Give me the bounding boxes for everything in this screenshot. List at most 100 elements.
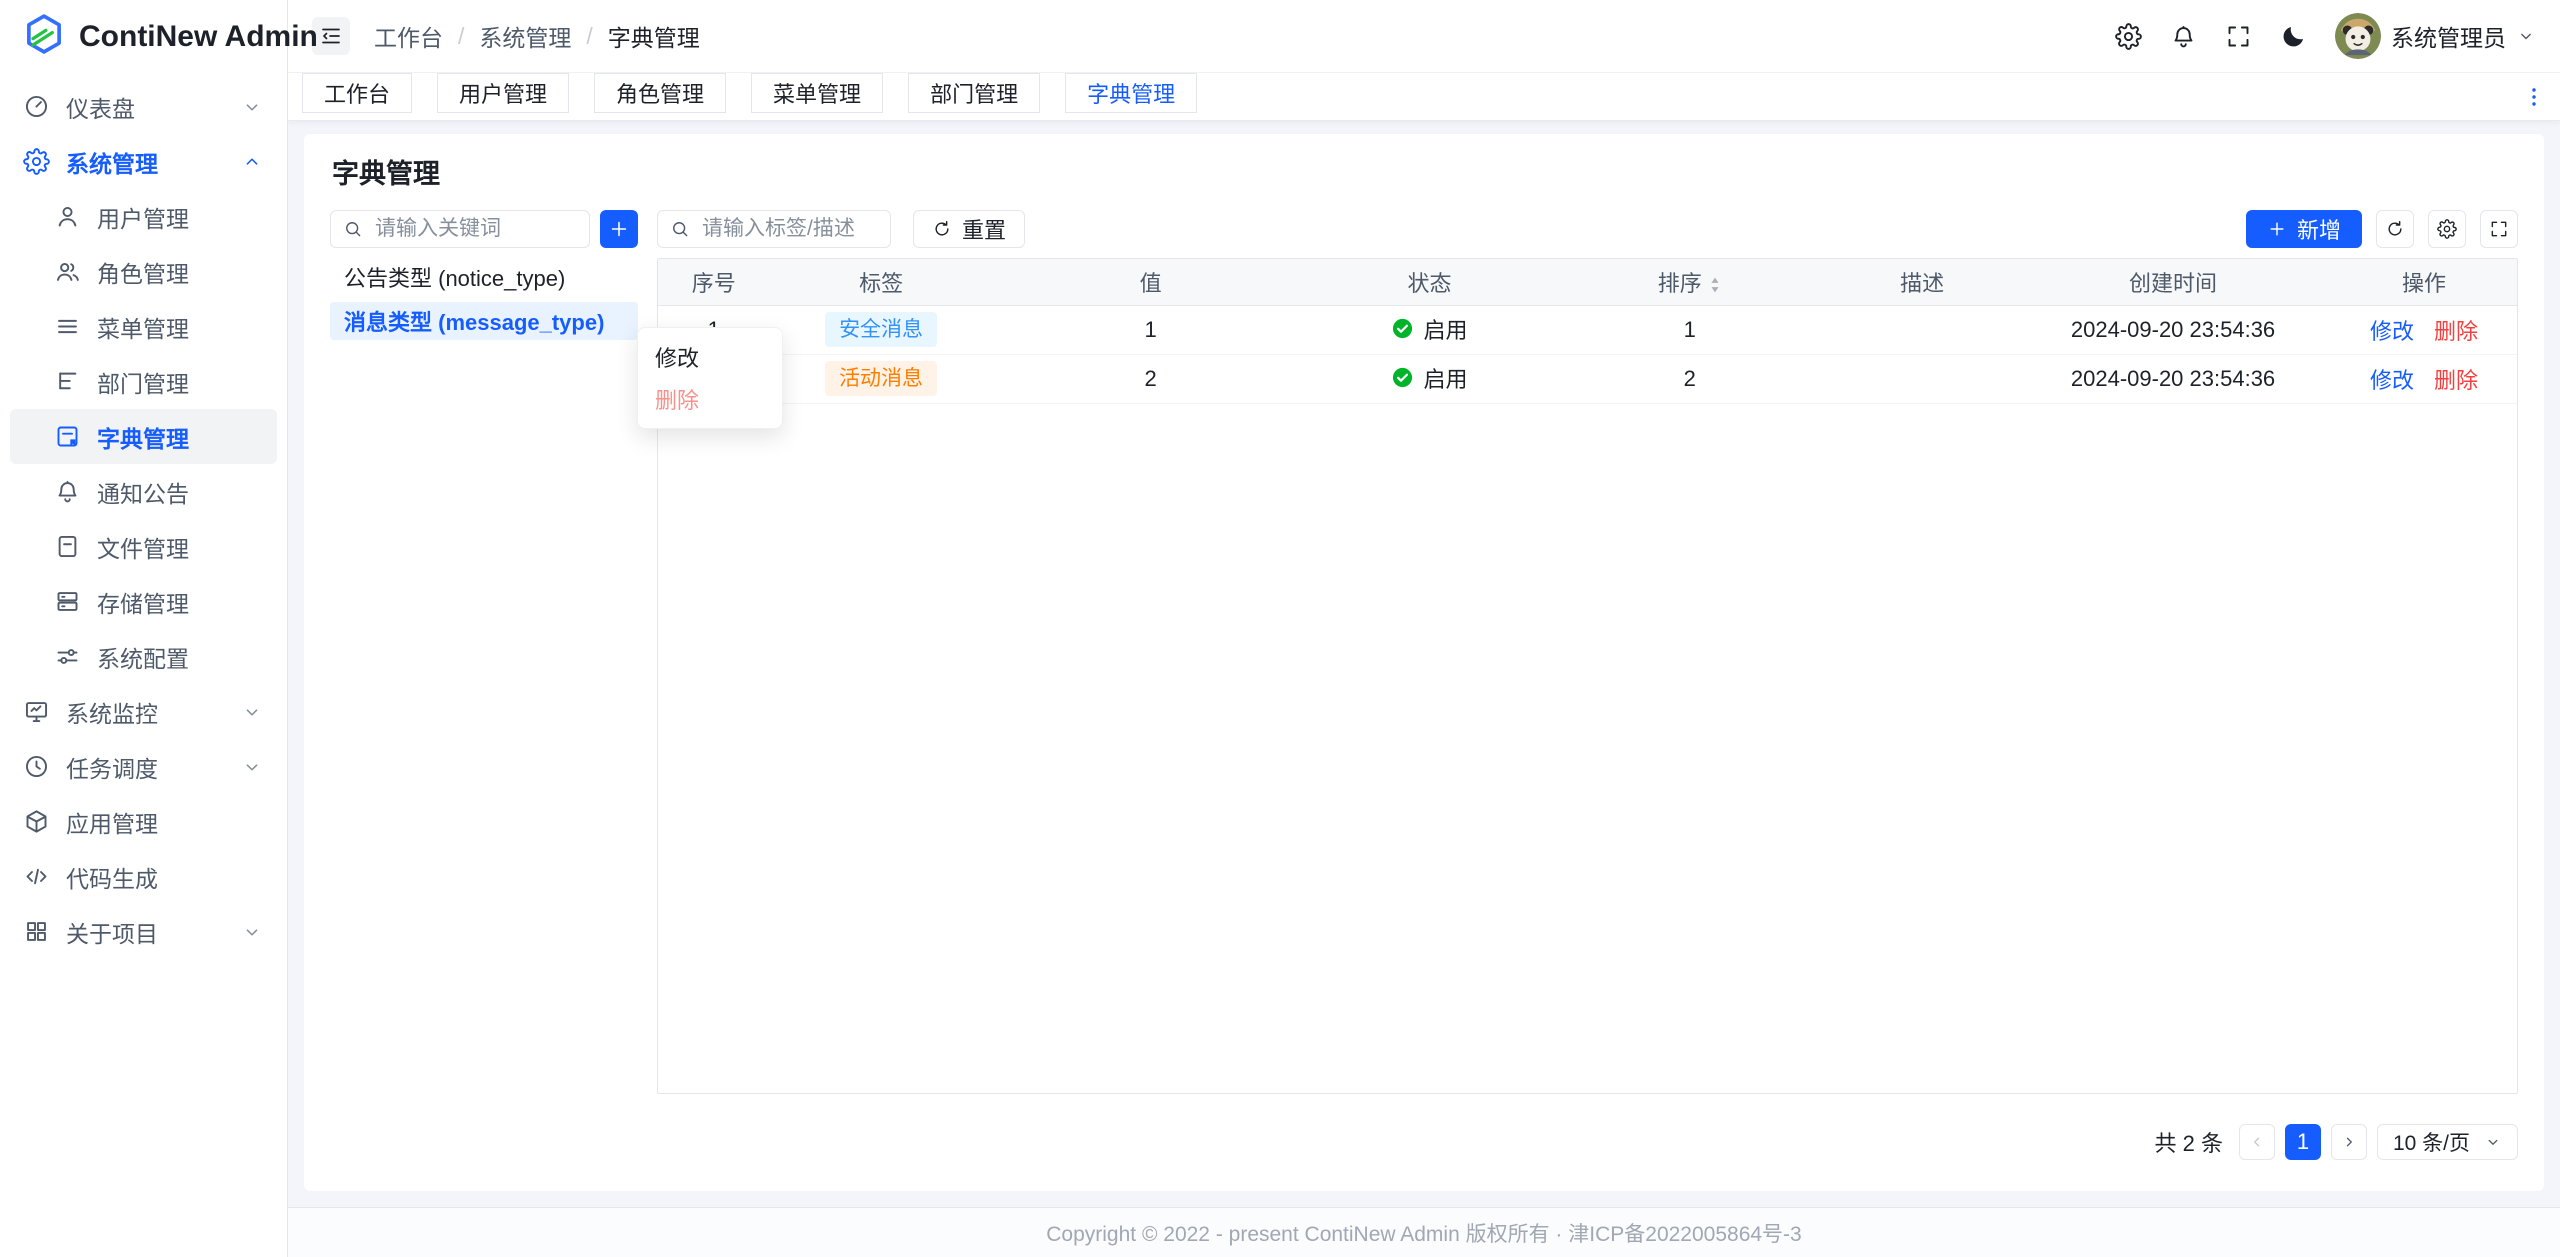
table-row[interactable]: 1 安全消息 1 启用 1 2024-09-20 23:54:36 修改删除 — [658, 305, 2517, 354]
chevron-down-icon — [241, 701, 263, 723]
page-size-select[interactable]: 10 条/页 — [2377, 1124, 2518, 1160]
tab-menu-mgmt[interactable]: 菜单管理 — [751, 73, 883, 113]
sidebar-item-label: 用户管理 — [97, 200, 189, 234]
tab-label: 工作台 — [324, 77, 390, 109]
context-menu: 修改 删除 — [637, 327, 783, 429]
item-search-input[interactable] — [700, 216, 878, 242]
tab-user-mgmt[interactable]: 用户管理 — [437, 73, 569, 113]
page-title: 字典管理 — [332, 158, 2518, 190]
tab-role-mgmt[interactable]: 角色管理 — [594, 73, 726, 113]
sidebar-item-dashboard[interactable]: 仪表盘 — [10, 79, 277, 134]
sidebar-item-notices[interactable]: 通知公告 — [10, 464, 277, 519]
breadcrumb-item[interactable]: 系统管理 — [479, 19, 571, 53]
dict-management-card: 字典管理 重置 新增 — [304, 134, 2544, 1191]
plus-icon — [2267, 219, 2287, 239]
pagination: 共 2 条 1 10 条/页 — [330, 1124, 2518, 1160]
grid-icon — [23, 918, 50, 945]
table-row[interactable]: 2 活动消息 2 启用 2 2024-09-20 23:54:36 修改删除 — [658, 354, 2517, 403]
file-icon — [54, 533, 81, 560]
tab-dict-mgmt[interactable]: 字典管理 — [1065, 73, 1197, 113]
dict-item-notice-type[interactable]: 公告类型 (notice_type) — [330, 258, 638, 296]
dict-items-table: 序号 标签 值 状态 排序 描述 创建时间 操作 1 — [657, 258, 2518, 1094]
refresh-table-button[interactable] — [2376, 210, 2414, 248]
controls-row: 重置 新增 — [330, 210, 2518, 248]
cell-actions: 修改删除 — [2331, 354, 2517, 403]
dict-item-message-type[interactable]: 消息类型 (message_type) — [330, 302, 638, 340]
sidebar-item-config[interactable]: 系统配置 — [10, 629, 277, 684]
cell-desc — [1829, 354, 2015, 403]
fullscreen-table-button[interactable] — [2480, 210, 2518, 248]
sidebar-item-departments[interactable]: 部门管理 — [10, 354, 277, 409]
code-icon — [23, 863, 50, 890]
reset-button[interactable]: 重置 — [913, 210, 1025, 248]
sidebar-item-dictionary[interactable]: 字典管理 — [10, 409, 277, 464]
sidebar-item-monitor[interactable]: 系统监控 — [10, 684, 277, 739]
bell-icon[interactable] — [2170, 23, 2197, 50]
tree-icon — [54, 368, 81, 395]
sidebar-item-apps[interactable]: 应用管理 — [10, 794, 277, 849]
sidebar-item-codegen[interactable]: 代码生成 — [10, 849, 277, 904]
user-menu[interactable]: 系统管理员 — [2335, 13, 2536, 59]
tab-dept-mgmt[interactable]: 部门管理 — [908, 73, 1040, 113]
footer: Copyright © 2022 - present ContiNew Admi… — [288, 1207, 2560, 1257]
delete-link[interactable]: 删除 — [2434, 319, 2478, 344]
dict-item-label: 公告类型 (notice_type) — [344, 261, 565, 293]
next-page-button[interactable] — [2331, 1124, 2367, 1160]
sidebar-item-files[interactable]: 文件管理 — [10, 519, 277, 574]
sidebar-item-roles[interactable]: 角色管理 — [10, 244, 277, 299]
sidebar-item-menus[interactable]: 菜单管理 — [10, 299, 277, 354]
cube-icon — [23, 808, 50, 835]
sidebar-item-label: 文件管理 — [97, 530, 189, 564]
sidebar-item-about[interactable]: 关于项目 — [10, 904, 277, 959]
fullscreen-icon[interactable] — [2225, 23, 2252, 50]
settings-icon[interactable] — [2115, 23, 2142, 50]
chevron-down-icon — [2484, 1133, 2502, 1151]
col-created: 创建时间 — [2015, 259, 2331, 305]
tab-label: 部门管理 — [930, 77, 1018, 109]
col-value: 值 — [993, 259, 1309, 305]
delete-link[interactable]: 删除 — [2434, 368, 2478, 393]
avatar[interactable] — [2335, 13, 2381, 59]
tag-badge: 活动消息 — [825, 361, 937, 396]
sidebar-item-system[interactable]: 系统管理 — [10, 134, 277, 189]
context-menu-edit[interactable]: 修改 — [638, 336, 782, 378]
more-vertical-icon[interactable] — [2522, 85, 2546, 109]
sidebar-item-label: 字典管理 — [97, 420, 189, 454]
dict-item-label: 消息类型 (message_type) — [344, 305, 604, 337]
sidebar-item-users[interactable]: 用户管理 — [10, 189, 277, 244]
page-number-button[interactable]: 1 — [2285, 1124, 2321, 1160]
col-sort[interactable]: 排序 — [1550, 259, 1829, 305]
plus-icon — [608, 218, 630, 240]
breadcrumb-item-current: 字典管理 — [608, 19, 700, 53]
col-sort-label: 排序 — [1658, 271, 1702, 296]
edit-link[interactable]: 修改 — [2370, 368, 2414, 393]
add-dict-button[interactable] — [600, 210, 638, 248]
cell-desc — [1829, 305, 2015, 354]
tab-workbench[interactable]: 工作台 — [302, 73, 412, 113]
context-menu-delete[interactable]: 删除 — [638, 378, 782, 420]
dict-search-box — [330, 210, 590, 248]
header-actions: 系统管理员 — [2115, 13, 2536, 59]
user-icon — [54, 203, 81, 230]
breadcrumb-separator: / — [458, 23, 464, 50]
moon-icon[interactable] — [2280, 23, 2307, 50]
sidebar-item-label: 关于项目 — [66, 915, 158, 949]
prev-page-button[interactable] — [2239, 1124, 2275, 1160]
status-label: 启用 — [1423, 313, 1467, 345]
breadcrumb-item[interactable]: 工作台 — [374, 19, 443, 53]
sliders-icon — [54, 643, 81, 670]
chevron-down-icon — [241, 921, 263, 943]
sidebar-item-scheduler[interactable]: 任务调度 — [10, 739, 277, 794]
column-settings-button[interactable] — [2428, 210, 2466, 248]
check-circle-icon — [1391, 366, 1414, 389]
dict-search-input[interactable] — [373, 216, 577, 242]
refresh-icon — [932, 219, 952, 239]
sort-carets-icon[interactable] — [1708, 276, 1722, 294]
new-button[interactable]: 新增 — [2246, 210, 2362, 248]
sidebar-item-storage[interactable]: 存储管理 — [10, 574, 277, 629]
new-label: 新增 — [2297, 213, 2341, 245]
app-logo[interactable]: ContiNew Admin — [0, 0, 287, 73]
clock-icon — [23, 753, 50, 780]
chevron-down-icon — [241, 756, 263, 778]
edit-link[interactable]: 修改 — [2370, 319, 2414, 344]
